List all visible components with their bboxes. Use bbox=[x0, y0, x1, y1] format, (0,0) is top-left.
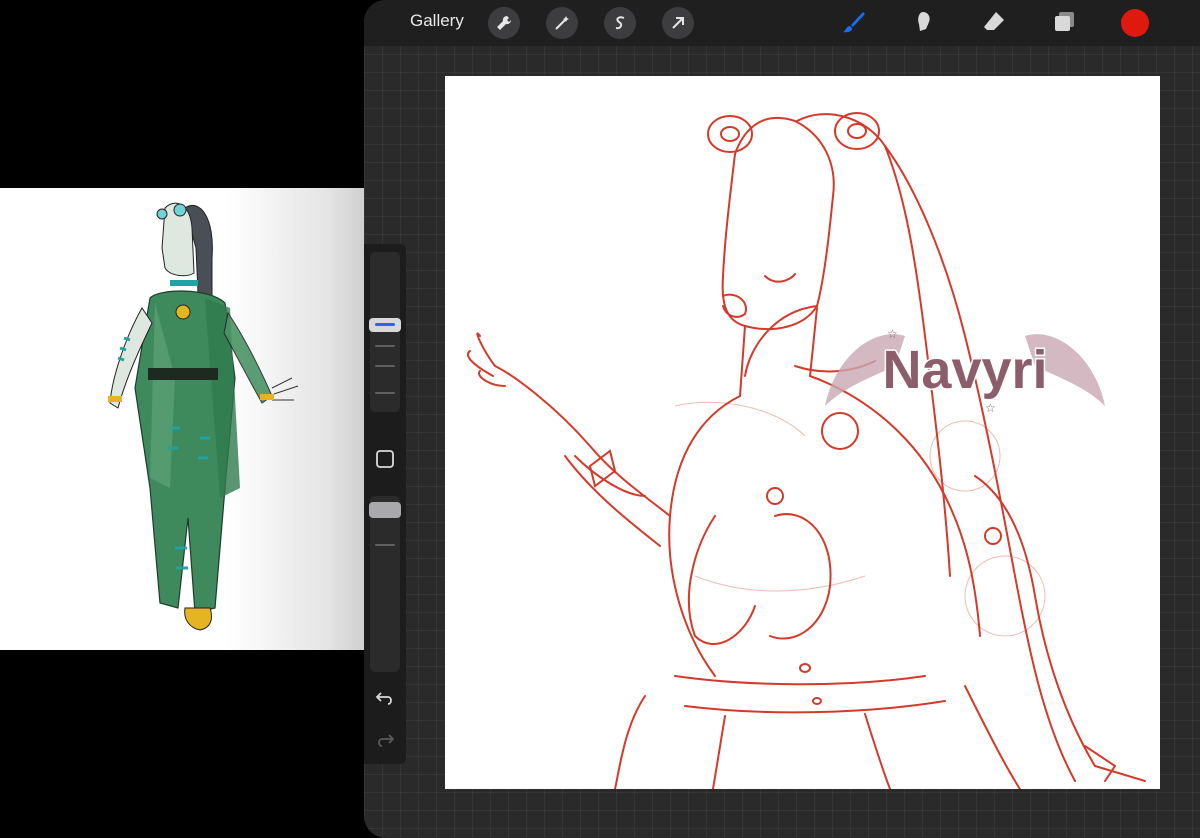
svg-text:☆: ☆ bbox=[985, 401, 996, 415]
svg-text:☆: ☆ bbox=[887, 327, 898, 341]
opacity-tick bbox=[375, 544, 395, 546]
size-tick bbox=[375, 345, 395, 347]
sketch-artwork bbox=[467, 112, 1146, 789]
layers-icon[interactable] bbox=[1050, 8, 1078, 36]
size-tick bbox=[375, 365, 395, 367]
top-toolbar: Gallery bbox=[364, 0, 1200, 46]
reference-image-panel bbox=[0, 188, 364, 650]
wrench-icon[interactable] bbox=[488, 7, 520, 39]
opacity-knob[interactable] bbox=[369, 502, 401, 518]
selection-s-icon[interactable] bbox=[604, 7, 636, 39]
magic-wand-icon[interactable] bbox=[546, 7, 578, 39]
brush-size-knob[interactable] bbox=[369, 318, 401, 332]
reference-character-illustration bbox=[108, 202, 299, 631]
drawing-canvas[interactable]: Navyri ☆ ☆ bbox=[445, 76, 1160, 789]
drawing-app-window: Gallery Navyri ☆ ☆ bbox=[364, 0, 1200, 838]
smudge-icon[interactable] bbox=[910, 8, 938, 36]
brush-sidebar bbox=[364, 244, 406, 764]
watermark-text: Navyri bbox=[882, 340, 1047, 400]
brush-size-slider[interactable] bbox=[370, 252, 400, 412]
modify-square-icon[interactable] bbox=[375, 449, 395, 469]
undo-icon[interactable] bbox=[375, 688, 395, 708]
move-arrow-icon[interactable] bbox=[662, 7, 694, 39]
gallery-button[interactable]: Gallery bbox=[410, 11, 464, 31]
opacity-slider[interactable] bbox=[370, 496, 400, 672]
size-tick bbox=[375, 392, 395, 394]
brush-icon[interactable] bbox=[840, 8, 868, 36]
color-picker-button[interactable] bbox=[1121, 9, 1149, 37]
eraser-icon[interactable] bbox=[980, 8, 1008, 36]
redo-icon[interactable] bbox=[375, 730, 395, 750]
watermark-bat-wings-icon: Navyri ☆ ☆ bbox=[825, 327, 1105, 415]
